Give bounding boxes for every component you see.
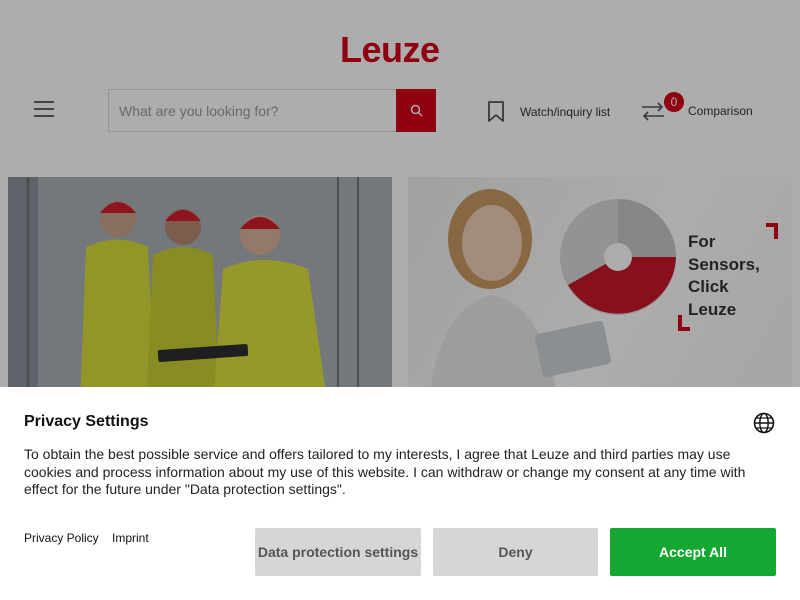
privacy-policy-link[interactable]: Privacy Policy: [24, 531, 99, 545]
imprint-link[interactable]: Imprint: [112, 531, 149, 545]
accept-all-button[interactable]: Accept All: [610, 528, 776, 576]
data-protection-settings-button[interactable]: Data protection settings: [255, 528, 421, 576]
globe-icon[interactable]: [753, 412, 775, 434]
privacy-title: Privacy Settings: [24, 413, 149, 430]
deny-button[interactable]: Deny: [433, 528, 598, 576]
privacy-description: To obtain the best possible service and …: [24, 446, 746, 497]
